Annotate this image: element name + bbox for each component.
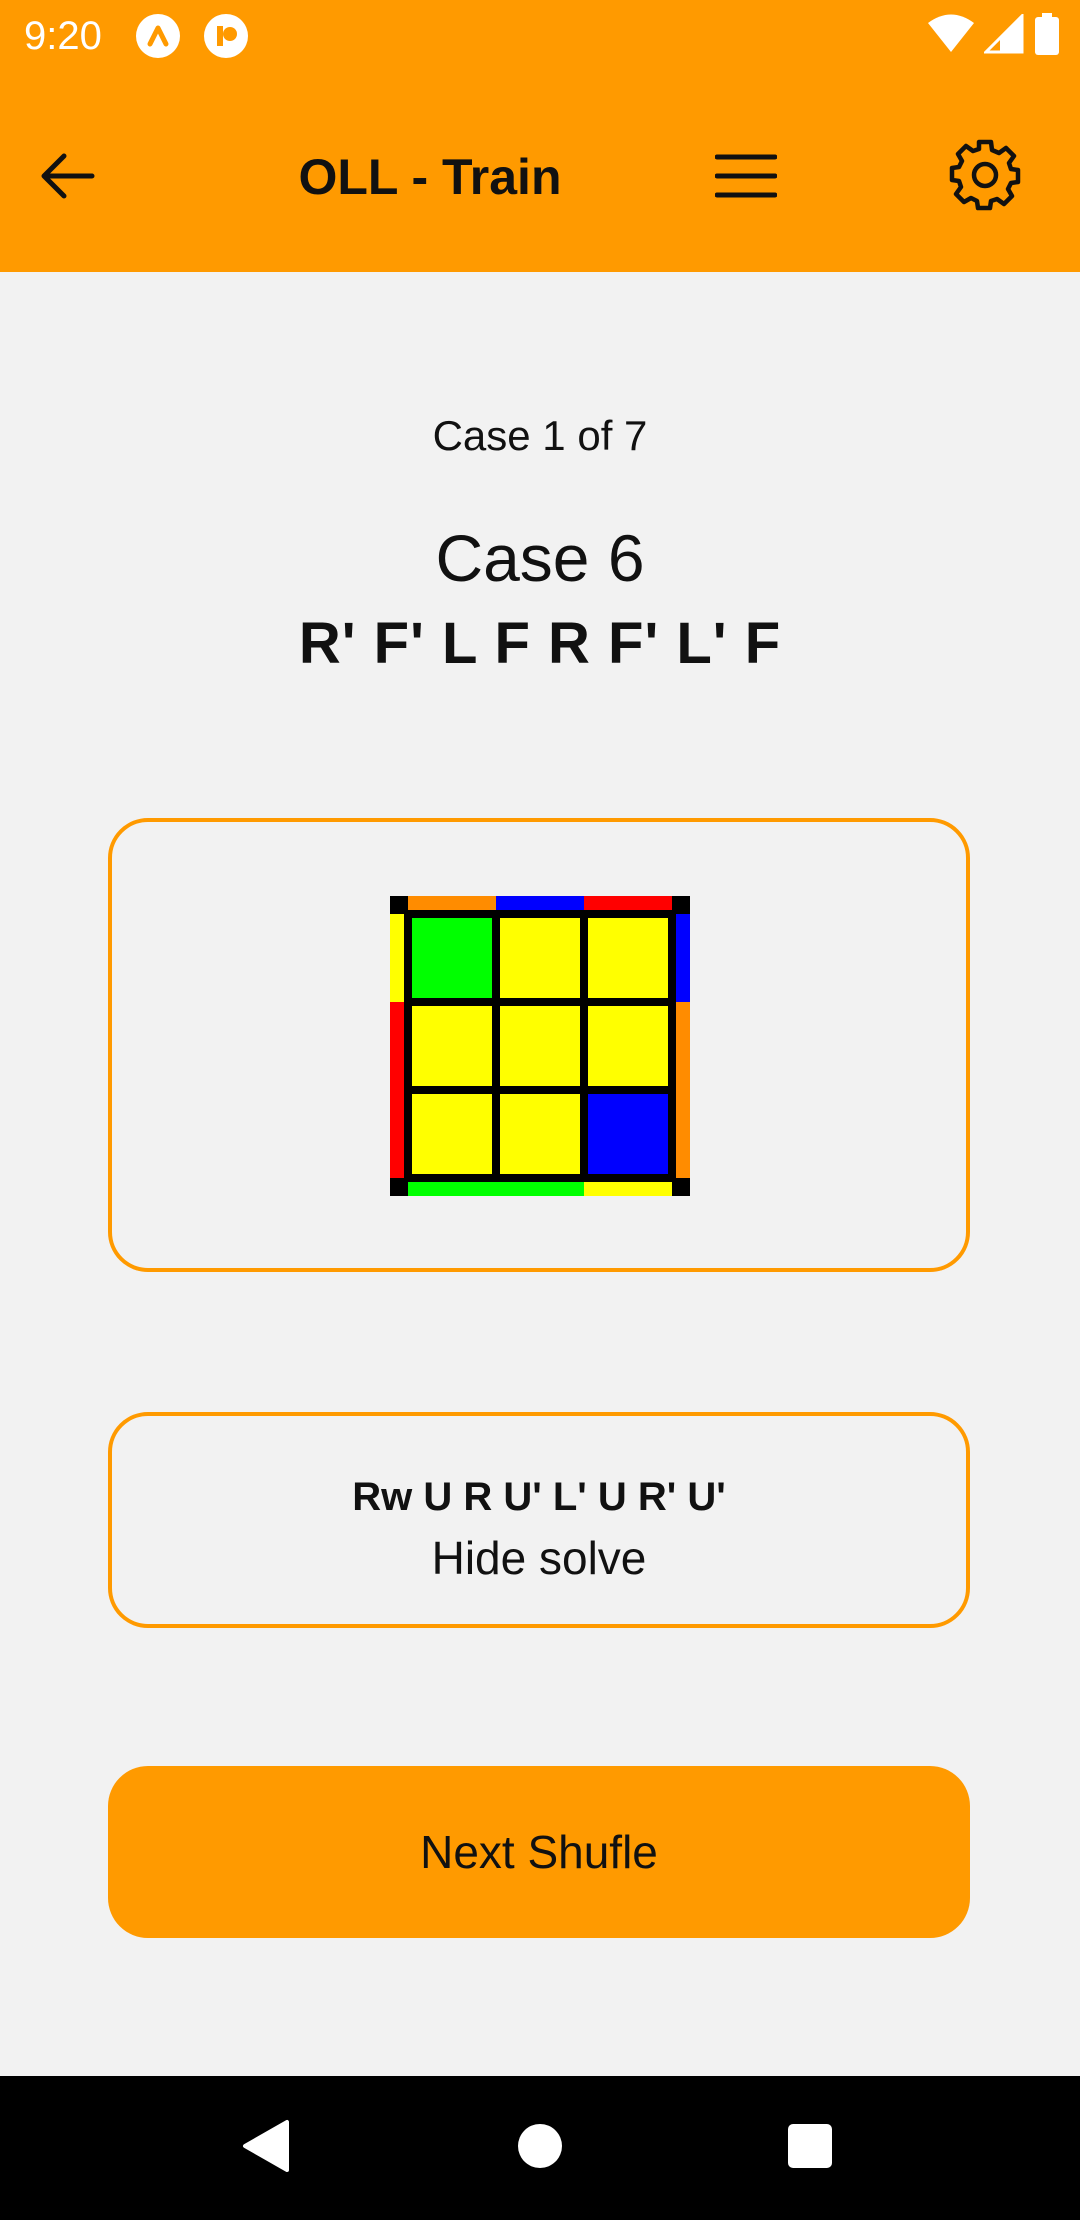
wifi-icon <box>928 14 974 59</box>
side-sticker-top <box>408 896 496 910</box>
side-sticker-right <box>676 1002 690 1090</box>
top-face-sticker <box>588 1006 668 1086</box>
home-circle-icon <box>516 2122 564 2175</box>
nav-back-button[interactable] <box>216 2098 316 2198</box>
side-sticker-top <box>496 896 584 910</box>
back-arrow-icon <box>40 152 96 205</box>
side-sticker-left <box>390 914 404 1002</box>
app-notification-icon <box>136 14 180 58</box>
menu-button[interactable] <box>706 138 786 218</box>
top-face-sticker <box>588 918 668 998</box>
gear-icon <box>948 138 1022 217</box>
solve-algorithm: Rw U R U' L' U R' U' <box>352 1475 726 1519</box>
status-icons <box>928 11 1060 60</box>
side-sticker-top <box>584 896 672 910</box>
page-title: OLL - Train <box>298 149 562 205</box>
case-name: Case 6 <box>435 521 645 595</box>
top-face-sticker <box>588 1094 668 1174</box>
side-sticker-left <box>390 1002 404 1090</box>
back-button[interactable] <box>28 138 108 218</box>
top-face-sticker <box>412 918 492 998</box>
top-face-sticker <box>412 1094 492 1174</box>
cell-signal-icon <box>982 11 1024 59</box>
top-face-sticker <box>412 1006 492 1086</box>
recents-square-icon <box>787 2123 833 2174</box>
next-shuffle-button[interactable]: Next Shufle <box>108 1766 970 1938</box>
settings-button[interactable] <box>940 132 1030 222</box>
nav-recents-button[interactable] <box>760 2098 860 2198</box>
side-sticker-bottom <box>408 1182 496 1196</box>
side-sticker-left <box>390 1090 404 1178</box>
battery-icon <box>1034 12 1060 60</box>
side-sticker-right <box>676 914 690 1002</box>
case-counter: Case 1 of 7 <box>432 412 648 459</box>
app-notification-icon <box>204 14 248 58</box>
nav-home-button[interactable] <box>490 2098 590 2198</box>
scramble-algorithm: R' F' L F R F' L' F <box>298 611 782 676</box>
side-sticker-bottom <box>496 1182 584 1196</box>
side-sticker-bottom <box>584 1182 672 1196</box>
side-sticker-right <box>676 1090 690 1178</box>
app-bar: OLL - Train <box>0 72 1080 272</box>
status-time: 9:20 <box>24 14 102 58</box>
hide-solve-toggle[interactable]: Hide solve <box>112 1528 966 1588</box>
oll-case-diagram <box>390 896 690 1196</box>
top-face-sticker <box>500 1094 580 1174</box>
system-nav-bar <box>0 2076 1080 2220</box>
menu-icon <box>714 153 778 204</box>
top-face-sticker <box>500 918 580 998</box>
solve-toggle-card[interactable]: Rw U R U' L' U R' U' Hide solve <box>108 1412 970 1628</box>
top-face-sticker <box>500 1006 580 1086</box>
status-bar: 9:20 <box>0 0 1080 72</box>
back-triangle-icon <box>241 2119 291 2178</box>
